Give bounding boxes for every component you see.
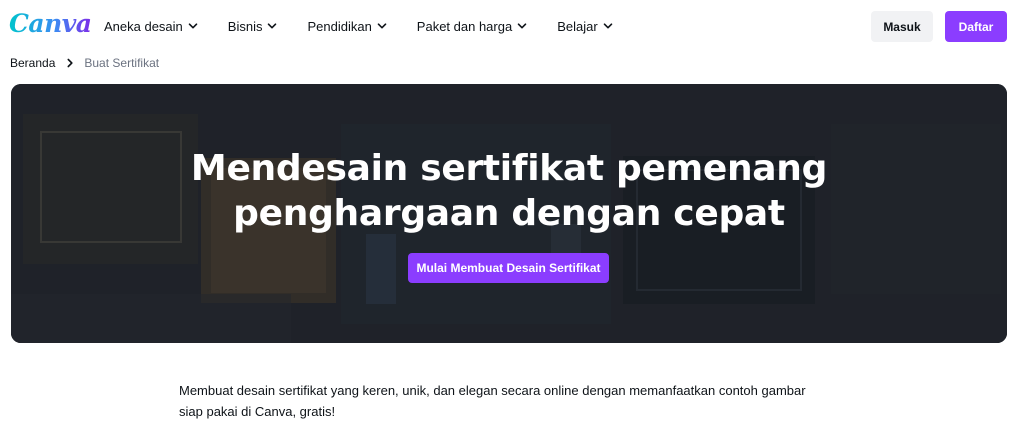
page-description: Membuat desain sertifikat yang keren, un… xyxy=(179,383,806,419)
nav-item-label: Belajar xyxy=(557,18,598,34)
chevron-down-icon xyxy=(603,23,612,29)
main-nav: Aneka desain Bisnis Pendidikan Paket dan… xyxy=(104,17,643,35)
breadcrumb: Beranda Buat Sertifikat xyxy=(10,56,159,70)
hero-title-line-1: Mendesain sertifikat pemenang xyxy=(190,148,828,189)
nav-item-label: Aneka desain xyxy=(104,18,183,34)
canva-logo[interactable]: Canva xyxy=(9,9,92,38)
nav-item-bisnis[interactable]: Bisnis xyxy=(228,17,278,35)
start-design-certificate-button[interactable]: Mulai Membuat Desain Sertifikat xyxy=(408,253,609,283)
breadcrumb-home-link[interactable]: Beranda xyxy=(10,56,55,70)
nav-item-belajar[interactable]: Belajar xyxy=(557,17,612,35)
login-button[interactable]: Masuk xyxy=(871,11,933,42)
chevron-down-icon xyxy=(268,23,277,29)
nav-item-paket-dan-harga[interactable]: Paket dan harga xyxy=(417,17,527,35)
chevron-right-icon xyxy=(67,58,73,68)
hero-title: Mendesain sertifikat pemenang penghargaa… xyxy=(11,146,1007,236)
hero-banner: Mendesain sertifikat pemenang penghargaa… xyxy=(11,84,1007,343)
nav-item-pendidikan[interactable]: Pendidikan xyxy=(307,17,387,35)
top-navigation-bar: Canva Aneka desain Bisnis Pendidikan Pak… xyxy=(0,0,1025,52)
chevron-down-icon xyxy=(517,23,527,29)
chevron-down-icon xyxy=(188,23,198,29)
nav-item-label: Paket dan harga xyxy=(416,18,513,34)
nav-item-aneka-desain[interactable]: Aneka desain xyxy=(104,17,198,35)
hero-title-line-2: penghargaan dengan cepat xyxy=(233,193,785,234)
page: Canva Aneka desain Bisnis Pendidikan Pak… xyxy=(0,0,1025,428)
breadcrumb-current-page: Buat Sertifikat xyxy=(84,56,160,70)
chevron-down-icon xyxy=(377,23,387,29)
nav-item-label: Pendidikan xyxy=(307,18,372,34)
nav-item-label: Bisnis xyxy=(227,18,263,34)
signup-button[interactable]: Daftar xyxy=(945,11,1007,42)
